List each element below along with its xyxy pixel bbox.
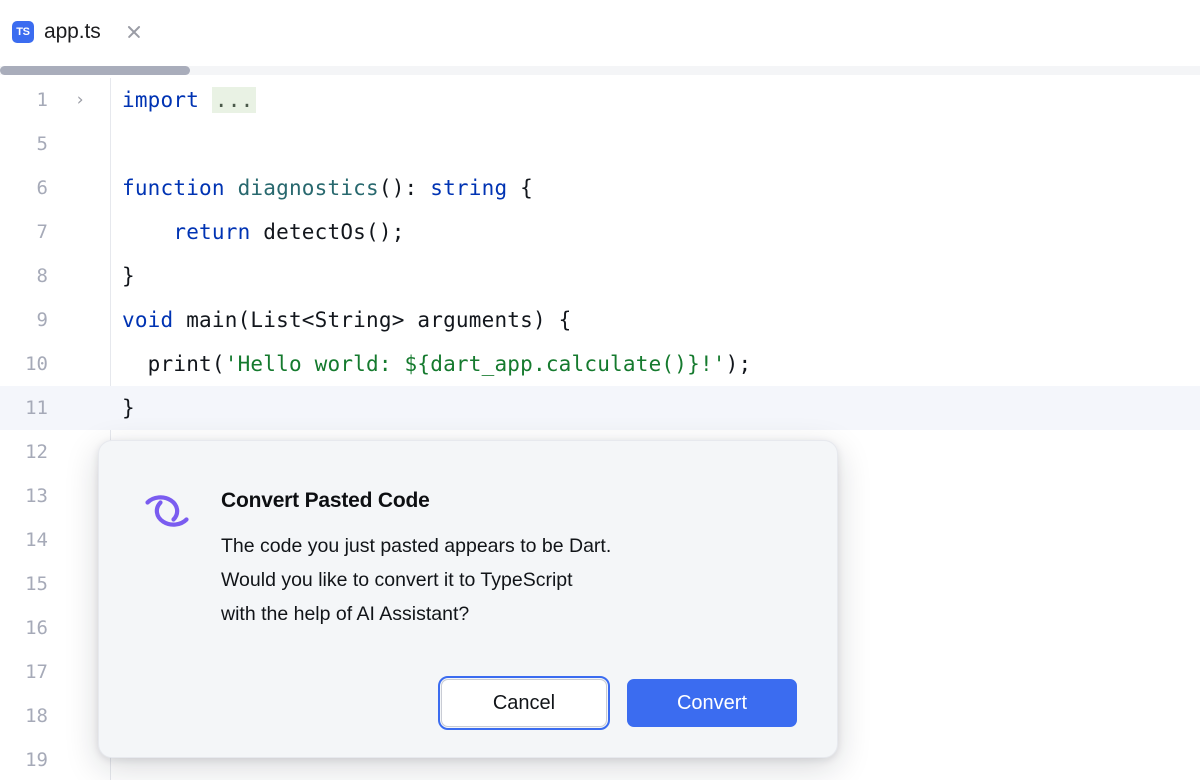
code-token: {: [507, 176, 533, 200]
typescript-file-icon: TS: [12, 21, 34, 43]
dialog-button-row: Cancel Convert: [438, 676, 797, 730]
code-token: 'Hello world: ${dart_app.calculate()}!': [224, 352, 726, 376]
code-line[interactable]: 1 › import ...: [0, 78, 1200, 122]
code-token: }: [122, 396, 135, 420]
code-line[interactable]: 8}: [0, 254, 1200, 298]
code-line[interactable]: 5: [0, 122, 1200, 166]
code-token: main(List<String> arguments) {: [173, 308, 572, 332]
code-line-text: }: [110, 396, 135, 420]
line-number: 12: [25, 441, 48, 463]
convert-button[interactable]: Convert: [627, 679, 797, 727]
horizontal-scrollbar-track[interactable]: [0, 66, 1200, 75]
cancel-button[interactable]: Cancel: [438, 676, 610, 730]
line-number: 15: [25, 573, 48, 595]
code-token: );: [725, 352, 752, 376]
code-line-text: function diagnostics(): string {: [110, 176, 533, 200]
code-line-text: return detectOs();: [110, 220, 405, 244]
convert-pasted-code-dialog: Convert Pasted Code The code you just pa…: [98, 440, 838, 758]
code-line-text: import ...: [110, 87, 257, 113]
code-line[interactable]: 7 return detectOs();: [0, 210, 1200, 254]
code-line[interactable]: 10 print('Hello world: ${dart_app.calcul…: [0, 342, 1200, 386]
ide-editor-window: TS app.ts 1 › import ... 5 6 function diagnos…: [0, 0, 1200, 780]
editor-tab-bar: TS app.ts: [0, 0, 1200, 64]
line-number: 16: [25, 617, 48, 639]
line-number: 18: [25, 705, 48, 727]
line-number: 13: [25, 485, 48, 507]
line-number: 5: [36, 133, 48, 155]
code-token: import: [122, 88, 200, 112]
editor-tab-app-ts[interactable]: TS app.ts: [0, 0, 159, 64]
line-number: 10: [25, 353, 48, 375]
line-number: 6: [36, 177, 48, 199]
ai-assistant-icon: [141, 485, 193, 537]
code-line[interactable]: 11}: [0, 386, 1200, 430]
line-number: 19: [25, 749, 48, 771]
code-line[interactable]: 9 void main(List<String> arguments) {: [0, 298, 1200, 342]
dialog-message: The code you just pasted appears to be D…: [221, 535, 612, 625]
dialog-content: Convert Pasted Code The code you just pa…: [99, 441, 837, 757]
code-line[interactable]: 6 function diagnostics(): string {: [0, 166, 1200, 210]
code-token: }: [122, 264, 135, 288]
code-token: function: [122, 176, 238, 200]
code-token: print(: [122, 352, 225, 376]
line-number: 9: [36, 309, 48, 331]
code-token: detectOs();: [250, 220, 405, 244]
code-line-text: }: [110, 264, 135, 288]
close-icon[interactable]: [123, 21, 145, 43]
code-line-text: print('Hello world: ${dart_app.calculate…: [110, 352, 751, 376]
fold-arrow-icon[interactable]: ›: [50, 91, 110, 109]
line-number: 7: [36, 221, 48, 243]
code-token: ():: [378, 176, 431, 200]
line-number: 11: [25, 397, 48, 419]
code-token: void: [122, 308, 174, 332]
line-number: 8: [36, 265, 48, 287]
dialog-header: Convert Pasted Code The code you just pa…: [141, 479, 797, 631]
line-number: 1: [36, 89, 48, 111]
line-number: 17: [25, 661, 48, 683]
dialog-title: Convert Pasted Code: [221, 489, 430, 512]
horizontal-scrollbar-thumb[interactable]: [0, 66, 190, 75]
code-token: return: [173, 220, 251, 244]
line-number: 14: [25, 529, 48, 551]
code-token: diagnostics: [237, 176, 379, 200]
code-token: ...: [211, 87, 257, 113]
dialog-text-block: Convert Pasted Code The code you just pa…: [221, 479, 611, 631]
code-token: string: [430, 176, 508, 200]
code-line-text: void main(List<String> arguments) {: [110, 308, 572, 332]
editor-tab-label: app.ts: [44, 20, 101, 43]
